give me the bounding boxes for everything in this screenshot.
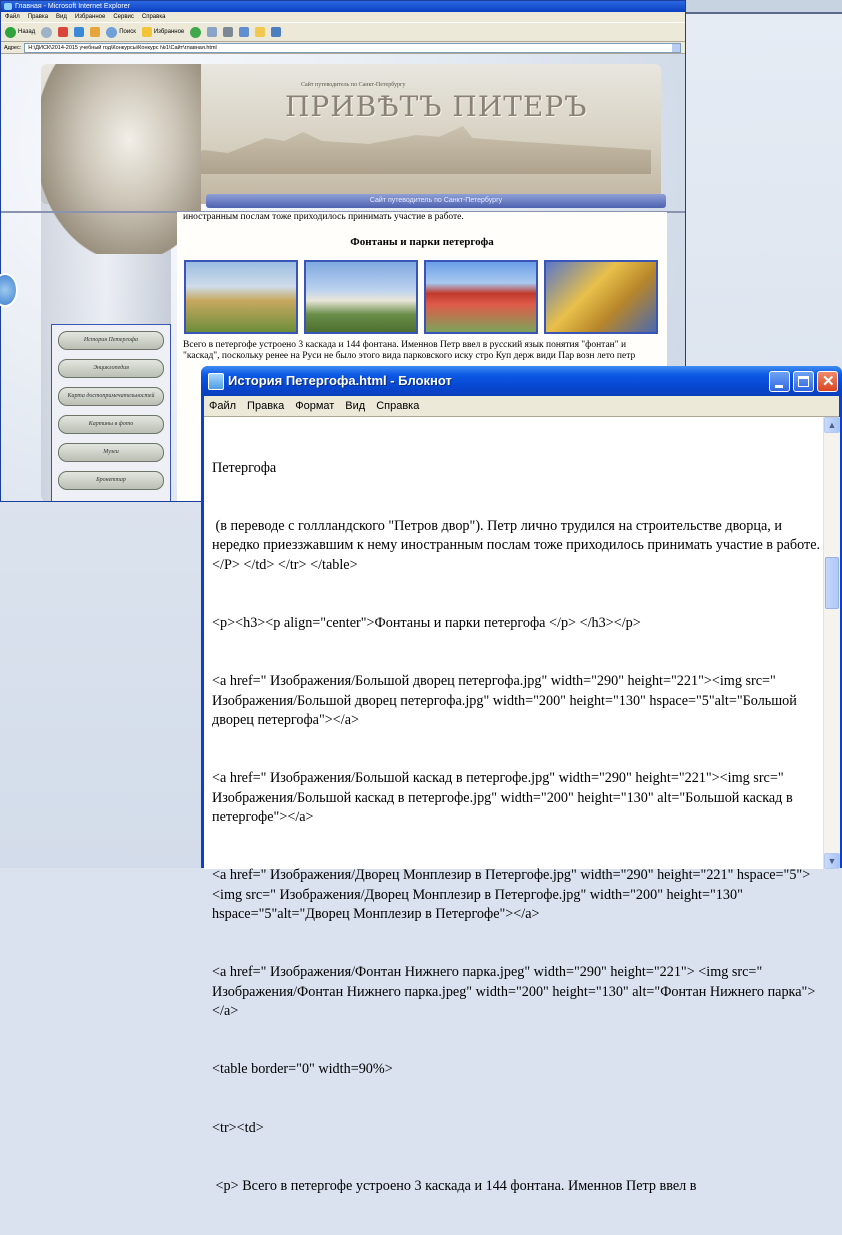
text-line: <table border="0" width=90%> [212,1061,393,1078]
np-menu-help[interactable]: Справка [376,396,419,416]
np-menu-file[interactable]: Файл [209,396,236,416]
site-navigation: История Петергофа Энциклопедия Карта дос… [51,324,171,501]
notepad-menu-bar: Файл Правка Формат Вид Справка [204,396,839,416]
browser-toolbar: Назад Поиск Избранное [1,22,685,42]
chevron-down-icon: ▼ [827,856,837,866]
back-button[interactable]: Назад [5,26,35,38]
text-line: <a href=" Изображения/Фонтан Нижнего пар… [212,964,816,1020]
maximize-button[interactable] [793,371,814,392]
nav-item-map[interactable]: Карта достопримечательностей [58,387,164,406]
notepad-title: История Петергофа.html - Блокнот [228,373,452,388]
np-menu-edit[interactable]: Правка [247,396,284,416]
refresh-icon[interactable] [74,27,85,37]
print-icon[interactable] [223,27,234,37]
chevron-down-icon[interactable] [672,43,680,52]
stop-icon[interactable] [58,27,69,37]
back-arrow-icon [5,26,16,38]
star-icon [141,27,152,37]
np-menu-view[interactable]: Вид [345,396,365,416]
close-icon: ✕ [822,373,835,390]
text-line: <a href=" Изображения/Большой каскад в п… [212,770,797,826]
nav-item-museums[interactable]: Музеи [58,443,164,462]
menu-edit[interactable]: Правка [28,12,48,22]
section-heading: Фонтаны и парки петергофа [350,236,494,248]
chevron-up-icon: ▲ [827,420,837,430]
notepad-text[interactable]: Петергофа (в переводе с голлландского "П… [212,420,822,1235]
menu-file[interactable]: Файл [5,12,20,22]
home-icon[interactable] [90,27,101,37]
text-line: <p> Всего в петергофе устроено 3 каскада… [212,1177,697,1194]
address-label: Адрес: [4,44,22,51]
history-icon[interactable] [190,26,202,38]
nav-item-history[interactable]: История Петергофа [58,331,164,350]
browser-menu-bar: Файл Правка Вид Избранное Сервис Справка [1,12,685,22]
address-input[interactable]: H:\ДИСК\2014-2015 учебный год\Конкурсы\К… [24,42,681,53]
minimize-button[interactable] [769,371,790,392]
scroll-down-button[interactable]: ▼ [824,853,840,869]
site-logo-title: ПРИВѢТЪ ПИТЕРЪ [285,90,588,123]
menu-view[interactable]: Вид [56,12,67,22]
text-line: <a href=" Изображения/Большой дворец пет… [212,673,801,729]
browser-title: Главная - Microsoft Internet Explorer [15,3,130,10]
messenger-icon[interactable] [271,27,282,37]
scroll-thumb[interactable] [825,557,839,609]
vertical-scrollbar[interactable]: ▲ ▼ [823,417,840,869]
text-line: (в переводе с голлландского "Петров двор… [212,518,821,573]
notepad-title-bar[interactable]: История Петергофа.html - Блокнот ✕ [201,366,842,396]
nav-item-other[interactable]: Бронеттар [58,471,164,490]
search-button[interactable]: Поиск [106,26,136,38]
photo-monplaisir-palace[interactable] [424,260,538,334]
folder-icon[interactable] [255,27,266,37]
browser-title-bar: Главная - Microsoft Internet Explorer [1,1,685,12]
menu-favorites[interactable]: Избранное [75,12,105,22]
minimize-icon [775,385,783,388]
text-line: <tr><td> [212,1119,264,1136]
np-menu-format[interactable]: Формат [295,396,334,416]
search-icon [106,26,118,38]
scroll-up-button[interactable]: ▲ [824,417,840,433]
edit-icon[interactable] [239,27,250,37]
notepad-window: История Петергофа.html - Блокнот ✕ Файл … [201,366,842,1194]
photo-grand-cascade[interactable] [304,260,418,334]
intro-text: иностранным послам тоже приходилось прин… [183,212,464,222]
nav-item-encyclopedia[interactable]: Энциклопедия [58,359,164,378]
site-banner: Сайт путеводитель по Санкт-Петербургу [206,194,666,208]
close-button[interactable]: ✕ [817,371,838,392]
text-line: <p><h3><p align="center">Фонтаны и парки… [212,615,641,632]
photo-gallery [184,260,658,334]
notepad-icon [208,373,224,390]
address-bar: Адрес: H:\ДИСК\2014-2015 учебный год\Кон… [1,42,685,54]
favorites-button[interactable]: Избранное [141,27,184,37]
maximize-icon [798,376,809,387]
ie-icon [4,3,12,10]
text-line: <a href=" Изображения/Дворец Монплезир в… [212,867,814,923]
menu-tools[interactable]: Сервис [113,12,134,22]
notepad-text-area[interactable]: Петергофа (в переводе с голлландского "П… [204,416,840,1194]
nav-item-photos[interactable]: Картины в фото [58,415,164,434]
text-line: Петергофа [212,459,277,476]
photo-grand-palace[interactable] [184,260,298,334]
mail-icon[interactable] [207,27,218,37]
fountains-paragraph: Всего в петергофе устроено 3 каскада и 1… [183,340,636,361]
photo-lower-park-fountain[interactable] [544,260,658,334]
forward-arrow-icon[interactable] [41,26,53,38]
menu-help[interactable]: Справка [142,12,166,22]
site-subtitle: Сайт путеводитель по Санкт-Петербургу [301,82,406,88]
